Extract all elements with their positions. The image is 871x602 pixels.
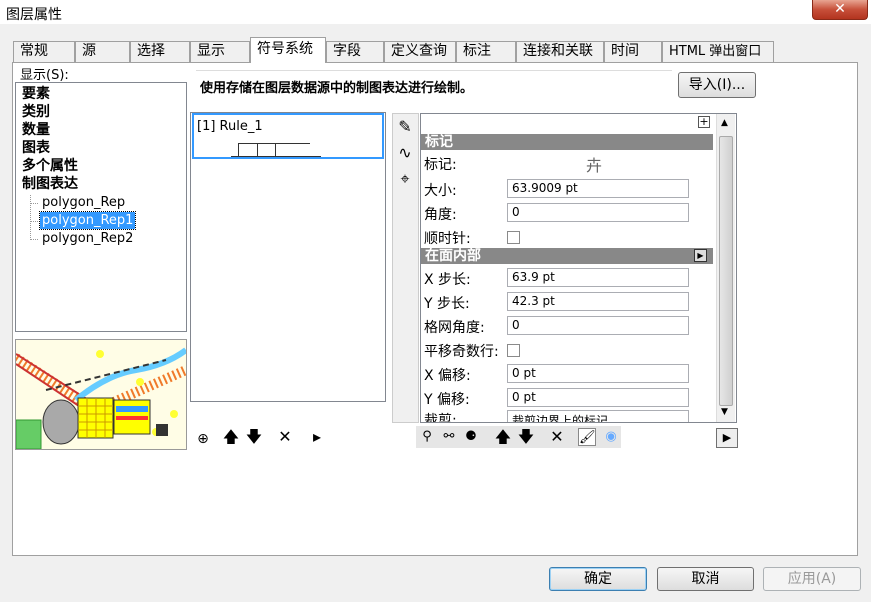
remove-layer-icon[interactable]: ✕ xyxy=(548,428,566,446)
show-label: 显示(S): xyxy=(20,68,69,83)
marker-label: 标记: xyxy=(424,157,457,173)
stroke-layer-icon[interactable]: ∿ xyxy=(396,144,414,162)
expand-right-icon[interactable]: ▸ xyxy=(308,428,326,446)
size-label: 大小: xyxy=(424,183,457,199)
clip-dropdown[interactable]: 裁剪边界上的标记 xyxy=(507,410,689,422)
scroll-up-icon[interactable]: ▲ xyxy=(721,118,728,128)
tree-connector xyxy=(30,239,38,240)
tree-item-multiple-attributes[interactable]: 多个属性 xyxy=(22,157,78,175)
tree-item-features[interactable]: 要素 xyxy=(22,85,50,103)
shift-odd-rows-checkbox[interactable] xyxy=(507,344,520,357)
marker-layer-icon[interactable]: ✎ xyxy=(396,118,414,136)
grid-angle-label: 格网角度: xyxy=(424,320,485,336)
grid-angle-field[interactable]: 0 xyxy=(507,316,689,335)
tree-subitem-polygon-rep1[interactable]: polygon_Rep1 xyxy=(38,211,137,230)
size-field[interactable]: 63.9009 pt xyxy=(507,179,689,198)
tree-subitem-polygon-rep2[interactable]: polygon_Rep2 xyxy=(40,230,135,247)
tree-item-representations[interactable]: 制图表达 xyxy=(22,175,78,193)
fill-layer-icon[interactable]: ⌖ xyxy=(396,170,414,188)
tree-connector xyxy=(30,221,38,222)
shift-odd-rows-label: 平移奇数行: xyxy=(424,344,499,360)
marker-section-header: 标记 xyxy=(421,134,713,150)
add-rule-icon[interactable]: ⊕ xyxy=(194,430,212,448)
marker-symbol-icon[interactable]: 卉 xyxy=(586,152,602,176)
layer-up-icon[interactable]: 🡅 xyxy=(494,428,512,446)
clip-label: 裁剪: xyxy=(424,413,457,422)
clockwise-label: 顺时针: xyxy=(424,231,471,247)
add-marker-layer-icon[interactable]: ⚲ xyxy=(418,428,436,446)
scroll-down-icon[interactable]: ▼ xyxy=(721,407,728,417)
rule-symbol-preview xyxy=(231,143,321,157)
tree-item-categories[interactable]: 类别 xyxy=(22,103,50,121)
move-up-icon[interactable]: 🡅 xyxy=(222,428,240,446)
geometry-icon[interactable]: ◉ xyxy=(602,428,620,446)
y-step-label: Y 步长: xyxy=(424,296,470,312)
property-scrollbar[interactable]: ▲ ▼ xyxy=(716,114,735,422)
tree-item-quantities[interactable]: 数量 xyxy=(22,121,50,139)
tree-connector xyxy=(30,203,38,204)
x-step-field[interactable]: 63.9 pt xyxy=(507,268,689,287)
x-offset-label: X 偏移: xyxy=(424,368,471,384)
clip-row: 裁剪: 裁剪边界上的标记 xyxy=(421,410,715,422)
apply-button[interactable]: 应用(A) xyxy=(763,567,861,591)
add-fill-layer-icon[interactable]: ⚈ xyxy=(462,428,480,446)
tree-connector xyxy=(30,195,31,240)
interior-section-header: 在面内部 xyxy=(421,248,713,264)
rule-label: [1] Rule_1 xyxy=(197,119,263,134)
layer-down-icon[interactable]: 🡇 xyxy=(517,428,535,446)
tree-subitem-polygon-rep[interactable]: polygon_Rep xyxy=(40,194,127,211)
rule-item[interactable]: [1] Rule_1 xyxy=(192,113,384,159)
brush-icon[interactable]: 🖌 xyxy=(578,428,596,446)
angle-field[interactable]: 0 xyxy=(507,203,689,222)
delete-rule-icon[interactable]: ✕ xyxy=(276,428,294,446)
description-text: 使用存储在图层数据源中的制图表达进行绘制。 xyxy=(196,70,672,98)
clockwise-checkbox[interactable] xyxy=(507,231,520,244)
add-stroke-layer-icon[interactable]: ⚯ xyxy=(440,428,458,446)
ok-button[interactable]: 确定 xyxy=(549,567,647,591)
scroll-thumb[interactable] xyxy=(719,136,733,406)
next-page-icon[interactable]: ▶ xyxy=(716,428,738,448)
y-offset-label: Y 偏移: xyxy=(424,392,470,408)
move-down-icon[interactable]: 🡇 xyxy=(245,428,263,446)
y-step-field[interactable]: 42.3 pt xyxy=(507,292,689,311)
x-step-label: X 步长: xyxy=(424,272,471,288)
import-button[interactable]: 导入(I)... xyxy=(678,72,756,98)
tree-item-charts[interactable]: 图表 xyxy=(22,139,50,157)
algorithm-menu-icon[interactable]: ▶ xyxy=(694,249,707,262)
angle-label: 角度: xyxy=(424,207,457,223)
expand-plus-icon[interactable]: + xyxy=(698,116,710,128)
cancel-button[interactable]: 取消 xyxy=(657,567,754,591)
x-offset-field[interactable]: 0 pt xyxy=(507,364,689,383)
renderer-preview-image xyxy=(15,339,187,450)
y-offset-field[interactable]: 0 pt xyxy=(507,388,689,407)
